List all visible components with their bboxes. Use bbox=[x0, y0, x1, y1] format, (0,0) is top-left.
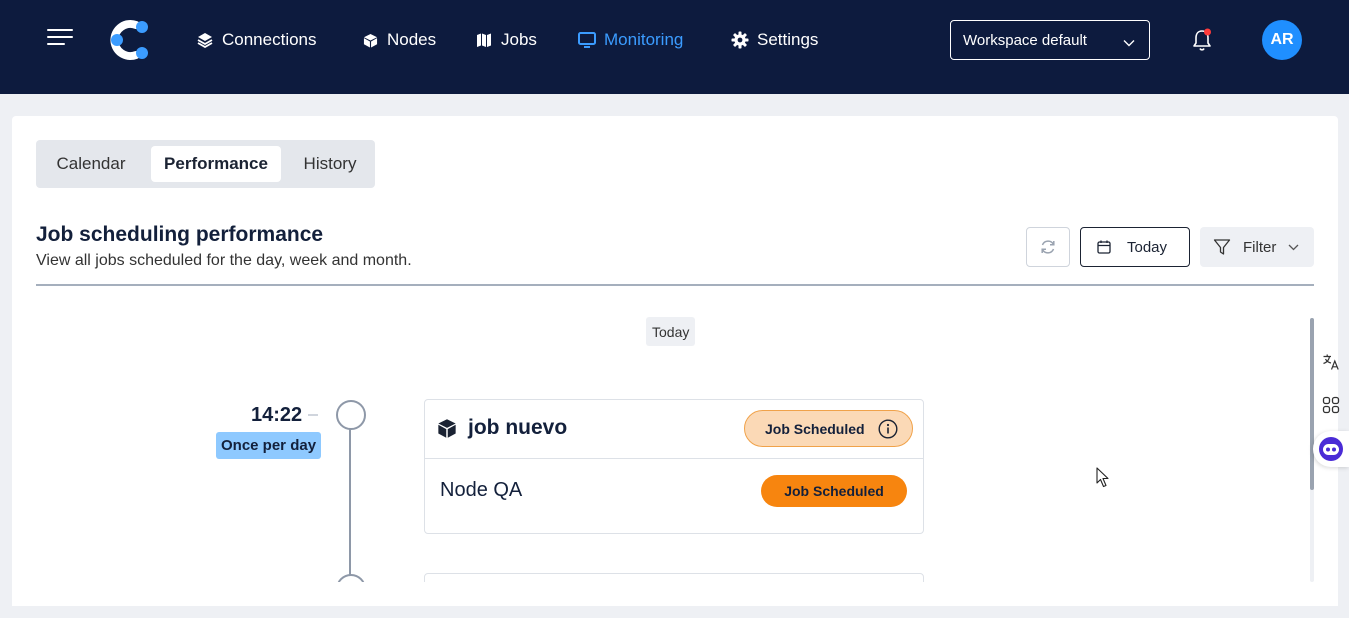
today-button[interactable]: Today bbox=[1080, 227, 1190, 267]
job-card-header: job nuevo Job Scheduled bbox=[425, 400, 923, 459]
nav-jobs[interactable]: Jobs bbox=[475, 27, 537, 53]
header-divider bbox=[36, 284, 1314, 286]
nav-jobs-label: Jobs bbox=[501, 30, 537, 49]
translate-icon[interactable] bbox=[1313, 344, 1349, 380]
side-toolbar bbox=[1313, 340, 1349, 470]
timeline-line bbox=[349, 428, 351, 576]
filter-icon bbox=[1213, 238, 1231, 256]
filter-button[interactable]: Filter bbox=[1200, 227, 1314, 267]
timeline-node bbox=[336, 400, 366, 430]
monitor-icon bbox=[578, 31, 596, 49]
info-icon[interactable] bbox=[878, 419, 898, 442]
calendar-icon bbox=[1097, 240, 1111, 254]
nav-connections-label: Connections bbox=[222, 30, 317, 49]
workspace-select[interactable]: Workspace default bbox=[950, 20, 1150, 60]
cube-icon bbox=[361, 31, 379, 49]
app-logo[interactable] bbox=[108, 19, 152, 61]
filter-button-label: Filter bbox=[1243, 238, 1277, 256]
node-name: Node QA bbox=[440, 479, 523, 501]
mouse-cursor-icon bbox=[1096, 467, 1109, 488]
chevron-down-icon bbox=[1123, 34, 1135, 51]
nav-nodes[interactable]: Nodes bbox=[361, 27, 436, 53]
nav-connections[interactable]: Connections bbox=[196, 27, 317, 53]
cube-icon bbox=[437, 418, 457, 444]
node-status-badge: Job Scheduled bbox=[761, 475, 907, 507]
main-card: Calendar Performance History Job schedul… bbox=[12, 116, 1338, 606]
refresh-icon bbox=[1041, 240, 1055, 254]
job-name: job nuevo bbox=[468, 416, 568, 439]
view-tabs: Calendar Performance History bbox=[36, 140, 375, 188]
map-icon bbox=[475, 31, 493, 49]
list-clip bbox=[12, 582, 1338, 606]
tab-performance[interactable]: Performance bbox=[151, 146, 281, 182]
job-card[interactable]: job nuevo Job Scheduled Node QA Job Sche… bbox=[424, 399, 924, 534]
notification-bell-icon[interactable] bbox=[1190, 27, 1214, 53]
assistant-bot-icon[interactable] bbox=[1313, 431, 1349, 467]
time-connector bbox=[308, 414, 318, 416]
menu-icon[interactable] bbox=[47, 27, 73, 47]
layers-icon bbox=[196, 31, 214, 49]
gear-icon bbox=[731, 31, 749, 49]
nav-settings-label: Settings bbox=[757, 30, 819, 49]
day-label: Today bbox=[646, 317, 696, 346]
apps-grid-icon[interactable] bbox=[1313, 387, 1349, 423]
frequency-badge: Once per day bbox=[216, 432, 322, 459]
tab-calendar[interactable]: Calendar bbox=[42, 146, 140, 182]
nav-settings[interactable]: Settings bbox=[731, 27, 818, 53]
nav-monitoring-label: Monitoring bbox=[604, 30, 684, 49]
entry-time: 14:22 bbox=[251, 404, 303, 426]
page-subtitle: View all jobs scheduled for the day, wee… bbox=[36, 252, 412, 269]
nav-monitoring[interactable]: Monitoring bbox=[578, 27, 683, 53]
top-navbar: Connections Nodes Jobs Monitoring Settin… bbox=[0, 0, 1349, 94]
today-button-label: Today bbox=[1127, 238, 1168, 256]
refresh-button[interactable] bbox=[1026, 227, 1070, 267]
page-title: Job scheduling performance bbox=[36, 223, 324, 246]
job-status-label: Job Scheduled bbox=[765, 420, 865, 437]
workspace-select-value: Workspace default bbox=[963, 31, 1087, 49]
job-status-badge[interactable]: Job Scheduled bbox=[744, 410, 913, 447]
tab-history[interactable]: History bbox=[292, 146, 368, 182]
chevron-down-icon bbox=[1288, 244, 1299, 251]
nav-nodes-label: Nodes bbox=[387, 30, 437, 49]
avatar[interactable]: AR bbox=[1262, 20, 1302, 60]
